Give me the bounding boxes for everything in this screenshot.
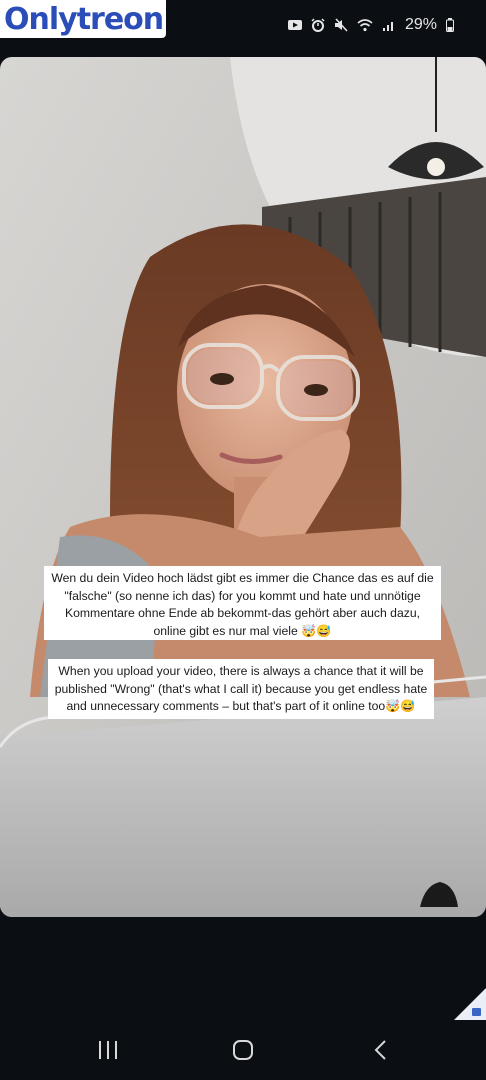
- home-button[interactable]: [223, 1036, 263, 1064]
- battery-icon: [446, 18, 454, 32]
- status-icons: 29%: [287, 16, 454, 34]
- watermark-brand-part2: treon: [76, 1, 164, 37]
- caption-german: Wen du dein Video hoch lädst gibt es imm…: [44, 566, 441, 640]
- alarm-icon: [311, 18, 325, 32]
- battery-percent: 29%: [404, 16, 437, 33]
- recent-apps-button[interactable]: [88, 1036, 128, 1064]
- watermark-logo: Only treon: [0, 0, 166, 38]
- status-bar: Only treon 29%: [0, 0, 486, 40]
- signal-icon: [382, 22, 393, 31]
- youtube-icon: [287, 20, 302, 30]
- home-icon: [233, 1040, 253, 1060]
- watermark-brand-part1: Only: [4, 1, 78, 37]
- mute-icon: [334, 18, 348, 32]
- photo-scene: [0, 57, 486, 917]
- post-photo: [0, 57, 486, 917]
- back-icon: [374, 1040, 386, 1060]
- caption-english: When you upload your video, there is alw…: [48, 659, 434, 719]
- recent-apps-icon: [99, 1041, 117, 1059]
- back-button[interactable]: [360, 1036, 400, 1064]
- wifi-icon: [357, 19, 373, 32]
